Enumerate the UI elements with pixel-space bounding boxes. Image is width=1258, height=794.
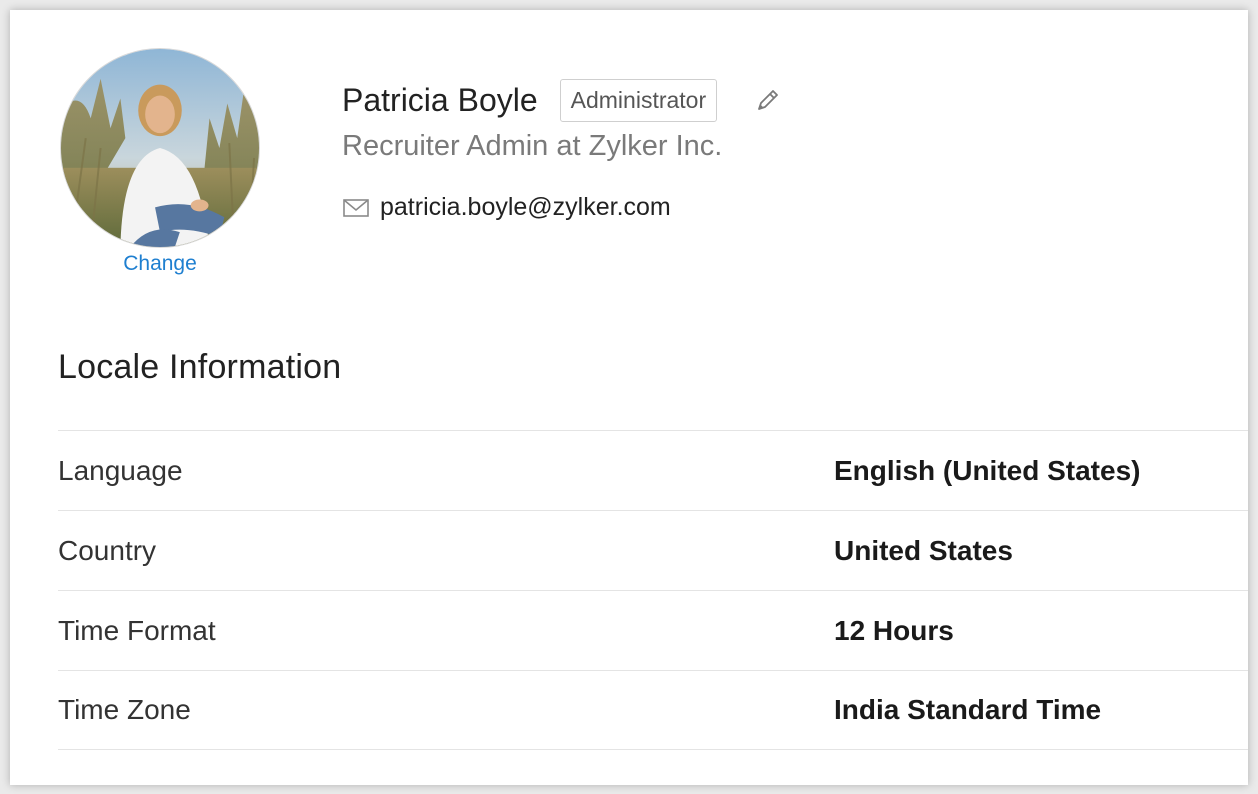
profile-card: Change Patricia Boyle Administrator Recr… [10,10,1248,785]
name-row: Patricia Boyle Administrator [342,78,785,122]
user-identity: Patricia Boyle Administrator Recruiter A… [342,78,785,222]
role-badge: Administrator [559,78,718,122]
job-title: Recruiter Admin at Zylker Inc. [342,130,723,162]
email-address[interactable]: patricia.boyle@zylker.com [380,193,671,222]
locale-row-time-format: Time Format 12 Hours [58,590,1248,670]
locale-row-time-zone: Time Zone India Standard Time [58,670,1248,750]
user-name: Patricia Boyle [342,81,538,118]
mail-icon [342,198,370,218]
pencil-icon [758,90,779,110]
email-row: patricia.boyle@zylker.com [342,193,785,222]
locale-value: United States [834,534,1013,566]
edit-profile-button[interactable] [751,83,785,117]
locale-table: Language English (United States) Country… [58,430,1248,750]
locale-value: India Standard Time [834,694,1102,725]
change-photo-link[interactable]: Change [60,252,260,276]
locale-value: English (United States) [834,454,1141,486]
locale-section-title: Locale Information [58,348,342,386]
locale-row-language: Language English (United States) [58,430,1248,510]
avatar-section: Change [60,48,260,276]
locale-label: Time Format [58,614,216,646]
locale-label: Time Zone [58,694,191,725]
locale-label: Country [58,534,157,566]
locale-row-country: Country United States [58,510,1248,590]
avatar[interactable] [60,48,260,248]
locale-label: Language [58,454,183,486]
locale-value: 12 Hours [834,614,954,646]
